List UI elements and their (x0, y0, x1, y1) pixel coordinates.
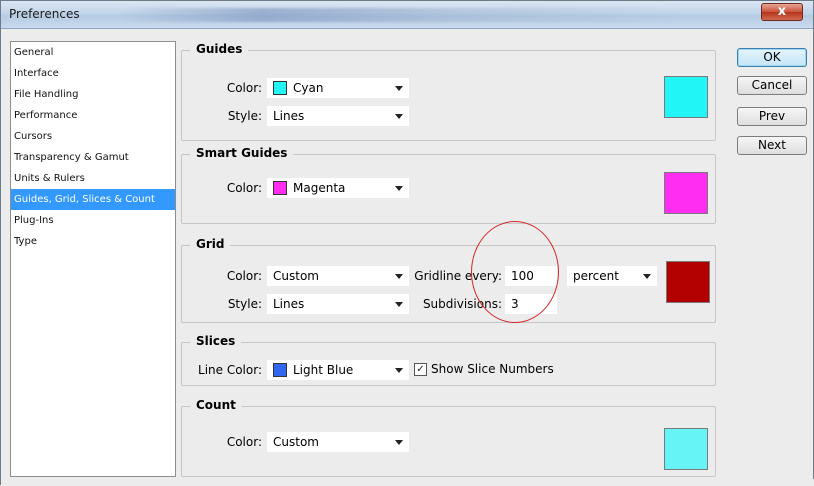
smart-guides-group-title: Smart Guides (190, 146, 294, 160)
sidebar-item-file-handling[interactable]: File Handling (11, 84, 175, 105)
count-group-title: Count (190, 398, 242, 412)
slices-line-color-value: Light Blue (293, 363, 354, 377)
title-bar-background (121, 8, 681, 22)
show-slice-numbers-label: Show Slice Numbers (431, 362, 554, 376)
guides-color-label: Color: (226, 81, 262, 95)
grid-color-swatch[interactable] (666, 261, 710, 303)
gridline-unit-dropdown[interactable]: percent (566, 265, 658, 287)
grid-color-label: Color: (226, 269, 262, 283)
grid-style-dropdown[interactable]: Lines (266, 293, 410, 315)
ok-button[interactable]: OK (737, 48, 807, 67)
smart-guides-group: Smart Guides Color: Magenta (181, 146, 716, 224)
guides-group: Guides Color: Cyan Style: Lines (181, 42, 716, 141)
show-slice-numbers-checkbox[interactable]: ✓ (414, 363, 427, 376)
chevron-down-icon (395, 440, 403, 445)
guides-color-value: Cyan (293, 81, 324, 95)
sidebar-item-transparency-gamut[interactable]: Transparency & Gamut (11, 147, 175, 168)
sidebar-item-performance[interactable]: Performance (11, 105, 175, 126)
count-color-swatch[interactable] (664, 428, 708, 470)
prev-button[interactable]: Prev (737, 107, 807, 126)
chevron-down-icon (643, 274, 651, 279)
sidebar-item-guides-grid-slices-count[interactable]: Guides, Grid, Slices & Count (11, 189, 175, 210)
grid-group-title: Grid (190, 237, 231, 251)
preferences-category-list: General Interface File Handling Performa… (10, 41, 176, 477)
slices-group: Slices Line Color: Light Blue ✓ Show Sli… (181, 334, 716, 386)
guides-color-chip (273, 81, 287, 95)
subdivisions-label: Subdivisions: (422, 297, 502, 311)
grid-style-label: Style: (227, 297, 262, 311)
slices-group-title: Slices (190, 334, 242, 348)
chevron-down-icon (395, 114, 403, 119)
smart-guides-color-value: Magenta (293, 181, 346, 195)
smart-guides-color-label: Color: (226, 181, 262, 195)
guides-style-dropdown[interactable]: Lines (266, 105, 410, 127)
smart-guides-color-chip (273, 181, 287, 195)
preferences-dialog: Preferences x General Interface File Han… (0, 0, 814, 486)
slices-line-color-dropdown[interactable]: Light Blue (266, 359, 410, 381)
grid-group: Grid Color: Custom Style: Lines Gridline… (181, 237, 716, 323)
guides-group-title: Guides (190, 42, 249, 56)
chevron-down-icon (395, 186, 403, 191)
grid-style-value: Lines (273, 297, 305, 311)
chevron-down-icon (395, 368, 403, 373)
gridline-every-input[interactable]: 100 (504, 265, 558, 287)
next-button[interactable]: Next (737, 136, 807, 155)
subdivisions-input[interactable]: 3 (504, 293, 558, 315)
sidebar-item-type[interactable]: Type (11, 231, 175, 252)
grid-color-value: Custom (273, 269, 319, 283)
guides-style-label: Style: (227, 109, 262, 123)
cancel-button[interactable]: Cancel (737, 76, 807, 95)
window-title: Preferences (9, 7, 80, 21)
chevron-down-icon (395, 302, 403, 307)
grid-color-dropdown[interactable]: Custom (266, 265, 410, 287)
chevron-down-icon (395, 274, 403, 279)
gridline-every-label: Gridline every: (414, 269, 502, 283)
guides-style-value: Lines (273, 109, 305, 123)
count-color-dropdown[interactable]: Custom (266, 431, 410, 453)
sidebar-item-general[interactable]: General (11, 42, 175, 63)
smart-guides-color-swatch[interactable] (664, 172, 708, 214)
count-group: Count Color: Custom (181, 398, 716, 477)
chevron-down-icon (395, 86, 403, 91)
close-button[interactable]: x (761, 3, 803, 21)
smart-guides-color-dropdown[interactable]: Magenta (266, 177, 410, 199)
count-color-label: Color: (226, 435, 262, 449)
slices-line-color-chip (273, 363, 287, 377)
guides-color-dropdown[interactable]: Cyan (266, 77, 410, 99)
title-bar[interactable]: Preferences x (1, 1, 813, 29)
sidebar-item-plug-ins[interactable]: Plug-Ins (11, 210, 175, 231)
count-color-value: Custom (273, 435, 319, 449)
sidebar-item-interface[interactable]: Interface (11, 63, 175, 84)
gridline-unit-value: percent (573, 269, 619, 283)
guides-color-swatch[interactable] (664, 76, 708, 118)
sidebar-item-cursors[interactable]: Cursors (11, 126, 175, 147)
sidebar-item-units-rulers[interactable]: Units & Rulers (11, 168, 175, 189)
checkmark-icon: ✓ (416, 364, 425, 375)
slices-line-color-label: Line Color: (198, 363, 262, 377)
